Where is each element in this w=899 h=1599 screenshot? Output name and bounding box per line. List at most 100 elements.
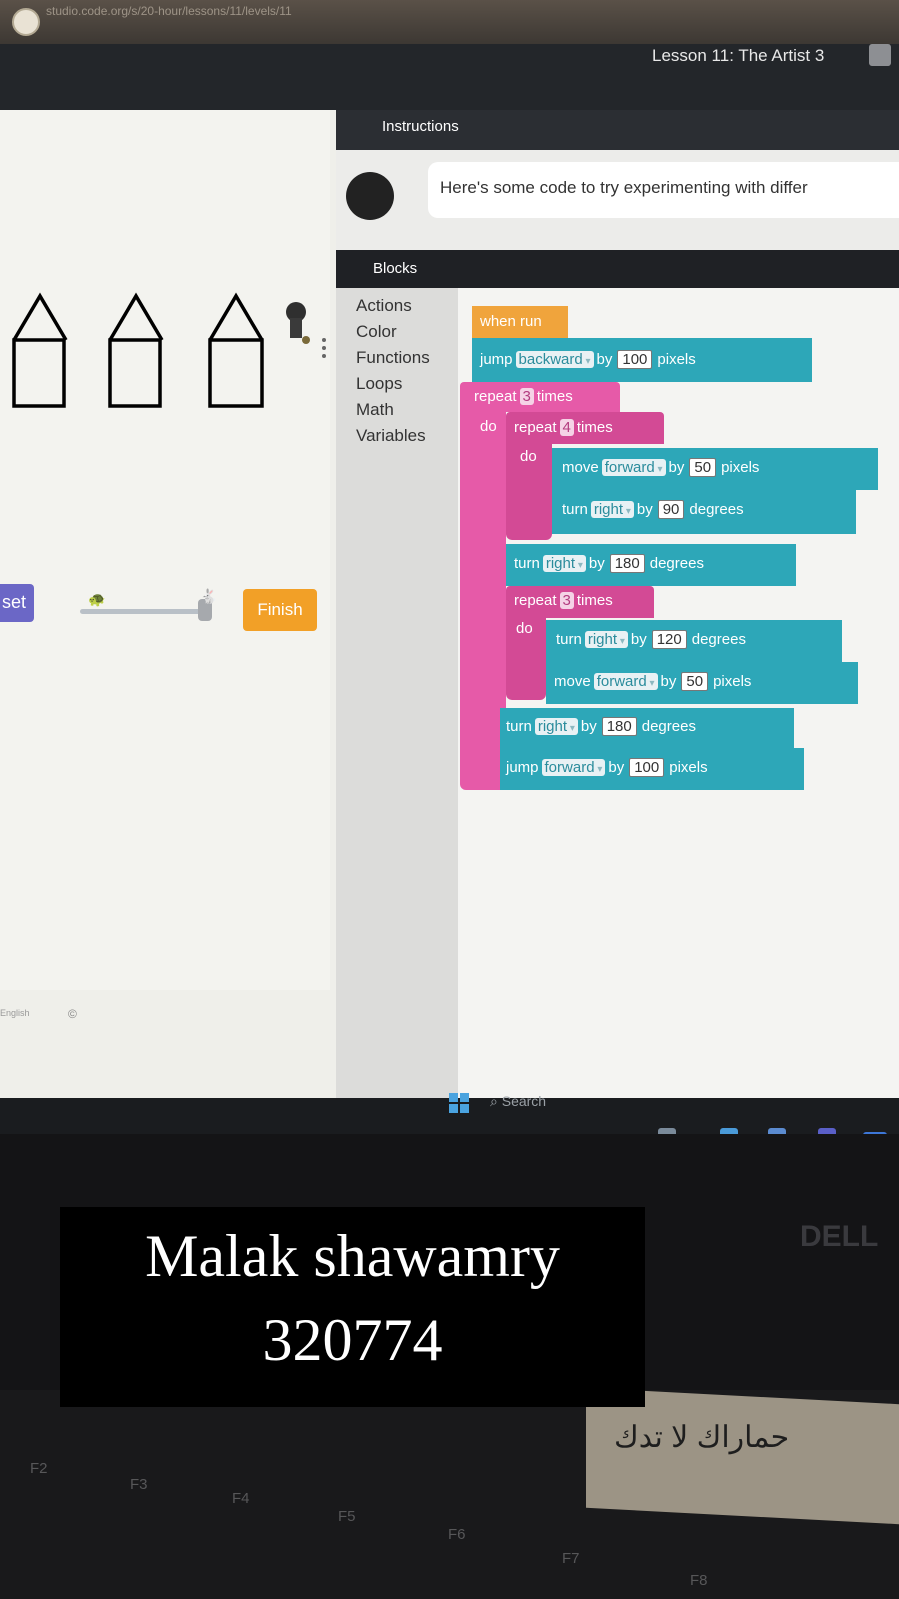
direction-dropdown[interactable]: backward xyxy=(515,351,594,368)
copyright-icon[interactable]: © xyxy=(68,1007,77,1021)
when-run-block[interactable]: when run xyxy=(472,306,568,338)
jump-block[interactable]: jumpbackwardby100pixels xyxy=(472,338,812,382)
repeat-count-input[interactable]: 3 xyxy=(559,592,574,609)
value-input[interactable]: 180 xyxy=(601,717,637,736)
artist-character-icon xyxy=(286,302,310,344)
finish-button[interactable]: Finish xyxy=(243,589,317,631)
resize-handle-icon xyxy=(322,338,326,358)
direction-dropdown[interactable]: forward xyxy=(593,673,658,690)
when-run-label: when run xyxy=(480,313,542,330)
block-unit: pixels xyxy=(721,459,760,476)
block-by: by xyxy=(630,631,647,648)
turtle-slow-icon: 🐢 xyxy=(88,591,106,607)
toolbox-category-loops[interactable]: Loops xyxy=(356,374,402,394)
reset-button[interactable]: set xyxy=(0,584,34,622)
toolbox-category-variables[interactable]: Variables xyxy=(356,426,426,446)
house-roof-1 xyxy=(12,292,68,341)
key-f4: F4 xyxy=(232,1490,250,1507)
block-unit: degrees xyxy=(649,555,704,572)
direction-dropdown[interactable]: forward xyxy=(541,759,606,776)
toolbox-category-math[interactable]: Math xyxy=(356,400,394,420)
blocks-title: Blocks xyxy=(373,260,418,277)
block-unit: degrees xyxy=(641,718,696,735)
house-drawings xyxy=(12,292,326,408)
direction-dropdown[interactable]: forward xyxy=(601,459,666,476)
repeat-block-second[interactable]: repeat 3 times xyxy=(506,586,654,618)
block-by: by xyxy=(660,673,677,690)
turn-block[interactable]: turnrightby180degrees xyxy=(506,544,796,586)
header-menu-button[interactable] xyxy=(869,44,891,66)
jump-block[interactable]: jumpforwardby100pixels xyxy=(500,748,804,790)
toolbox-category-actions[interactable]: Actions xyxy=(356,296,412,316)
repeat-do-label: do xyxy=(516,620,533,637)
rabbit-fast-icon: 🐇 xyxy=(200,588,218,604)
direction-dropdown[interactable]: right xyxy=(542,555,586,572)
repeat-block-outer[interactable]: repeat 3 times xyxy=(460,382,620,412)
block-unit: pixels xyxy=(669,759,708,776)
house-body-2 xyxy=(108,338,162,408)
repeat-block-inner[interactable]: repeat 4 times xyxy=(506,412,664,444)
block-cmd: turn xyxy=(562,501,588,518)
block-unit: pixels xyxy=(657,351,696,368)
block-unit: degrees xyxy=(689,501,744,518)
repeat-do-label: do xyxy=(520,448,537,465)
speed-slider[interactable] xyxy=(80,609,208,614)
caption-id: 320774 xyxy=(262,1307,443,1373)
block-cmd: turn xyxy=(556,631,582,648)
block-cmd: jump xyxy=(480,351,513,368)
taskbar-search[interactable]: ⌕ Search xyxy=(490,1093,546,1110)
blocks-header xyxy=(336,250,899,288)
value-input[interactable]: 50 xyxy=(681,672,709,691)
direction-dropdown[interactable]: right xyxy=(584,631,628,648)
laptop-brand-logo: DELL xyxy=(800,1220,879,1253)
direction-dropdown[interactable]: right xyxy=(590,501,634,518)
turn-block[interactable]: turnrightby180degrees xyxy=(500,708,794,748)
value-input[interactable]: 100 xyxy=(617,350,653,369)
block-by: by xyxy=(636,501,653,518)
paper-handwriting: حماراك لا تدك xyxy=(614,1421,790,1454)
repeat-label: repeat xyxy=(474,388,517,405)
repeat-times: times xyxy=(576,592,613,609)
value-input[interactable]: 120 xyxy=(651,630,687,649)
windows-start-icon[interactable] xyxy=(449,1093,469,1113)
language-select[interactable]: English xyxy=(0,1008,30,1018)
value-input[interactable]: 50 xyxy=(689,458,717,477)
toolbox-category-color[interactable]: Color xyxy=(356,322,397,342)
repeat-count-input[interactable]: 4 xyxy=(559,419,574,436)
repeat-count-input[interactable]: 3 xyxy=(519,388,534,405)
lesson-title[interactable]: Lesson 11: The Artist 3 xyxy=(652,46,824,66)
instructions-title[interactable]: Instructions xyxy=(382,118,459,135)
block-by: by xyxy=(596,351,613,368)
block-cmd: turn xyxy=(506,718,532,735)
house-roof-2 xyxy=(108,292,164,341)
block-unit: pixels xyxy=(713,673,752,690)
paper-note xyxy=(586,1387,899,1525)
repeat-times: times xyxy=(576,419,613,436)
house-roof-3 xyxy=(208,292,264,341)
caption-name: Malak shawamry xyxy=(145,1223,560,1289)
turn-block[interactable]: turnrightby120degrees xyxy=(546,620,842,662)
house-body-1 xyxy=(12,338,66,408)
block-cmd: turn xyxy=(514,555,540,572)
direction-dropdown[interactable]: right xyxy=(534,718,578,735)
toolbox xyxy=(336,288,458,1098)
key-f6: F6 xyxy=(448,1526,466,1543)
taskbar-search-label: Search xyxy=(501,1093,547,1109)
repeat-times: times xyxy=(536,388,573,405)
block-by: by xyxy=(608,759,625,776)
move-block[interactable]: moveforwardby50pixels xyxy=(546,662,858,704)
value-input[interactable]: 180 xyxy=(609,554,645,573)
key-f8: F8 xyxy=(690,1572,708,1589)
key-f2: F2 xyxy=(30,1460,48,1477)
house-body-3 xyxy=(208,338,264,408)
value-input[interactable]: 90 xyxy=(657,500,685,519)
move-block[interactable]: moveforwardby50pixels xyxy=(552,448,878,490)
key-f3: F3 xyxy=(130,1476,148,1493)
turn-block[interactable]: turnrightby90degrees xyxy=(552,490,856,534)
repeat-label: repeat xyxy=(514,592,557,609)
value-input[interactable]: 100 xyxy=(629,758,665,777)
repeat-label: repeat xyxy=(514,419,557,436)
toolbox-category-functions[interactable]: Functions xyxy=(356,348,430,368)
key-f7: F7 xyxy=(562,1550,580,1567)
block-by: by xyxy=(668,459,685,476)
